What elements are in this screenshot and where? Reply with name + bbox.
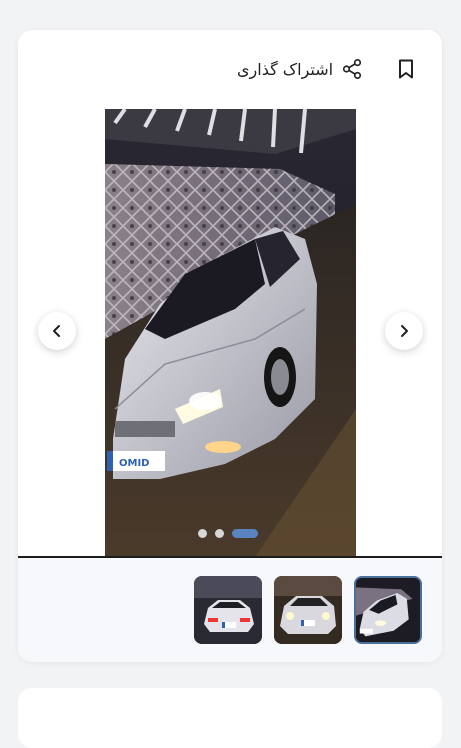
share-label: اشتراک گذاری: [237, 59, 334, 79]
bookmark-icon: [399, 59, 413, 79]
share-button[interactable]: اشتراک گذاری: [237, 54, 363, 84]
thumbnail-3[interactable]: [194, 576, 262, 644]
main-car-photo[interactable]: OMID: [105, 109, 356, 557]
thumbnail-image: [194, 576, 262, 644]
previous-photo-button[interactable]: [38, 312, 76, 350]
chevron-left-icon: [53, 325, 60, 337]
thumbnail-image: [274, 576, 342, 644]
thumbnail-image: [356, 578, 420, 642]
bookmark-button[interactable]: [394, 57, 418, 81]
car-photo-image: OMID: [105, 109, 356, 557]
gallery-pagination-dots: [198, 529, 258, 538]
plate-logo-text: OMID: [119, 458, 149, 469]
pagination-dot[interactable]: [215, 529, 224, 538]
listing-gallery-card: اشتراک گذاری OMID: [18, 30, 442, 662]
thumbnail-1-selected[interactable]: [354, 576, 422, 644]
details-card: [18, 688, 442, 748]
share-icon: [343, 59, 362, 79]
next-photo-button[interactable]: [385, 312, 423, 350]
thumbnail-strip: [18, 558, 442, 662]
pagination-dot-active[interactable]: [232, 529, 258, 538]
chevron-right-icon: [401, 325, 408, 337]
thumbnail-2[interactable]: [274, 576, 342, 644]
pagination-dot[interactable]: [198, 529, 207, 538]
gallery-toolbar: اشتراک گذاری: [18, 30, 442, 108]
